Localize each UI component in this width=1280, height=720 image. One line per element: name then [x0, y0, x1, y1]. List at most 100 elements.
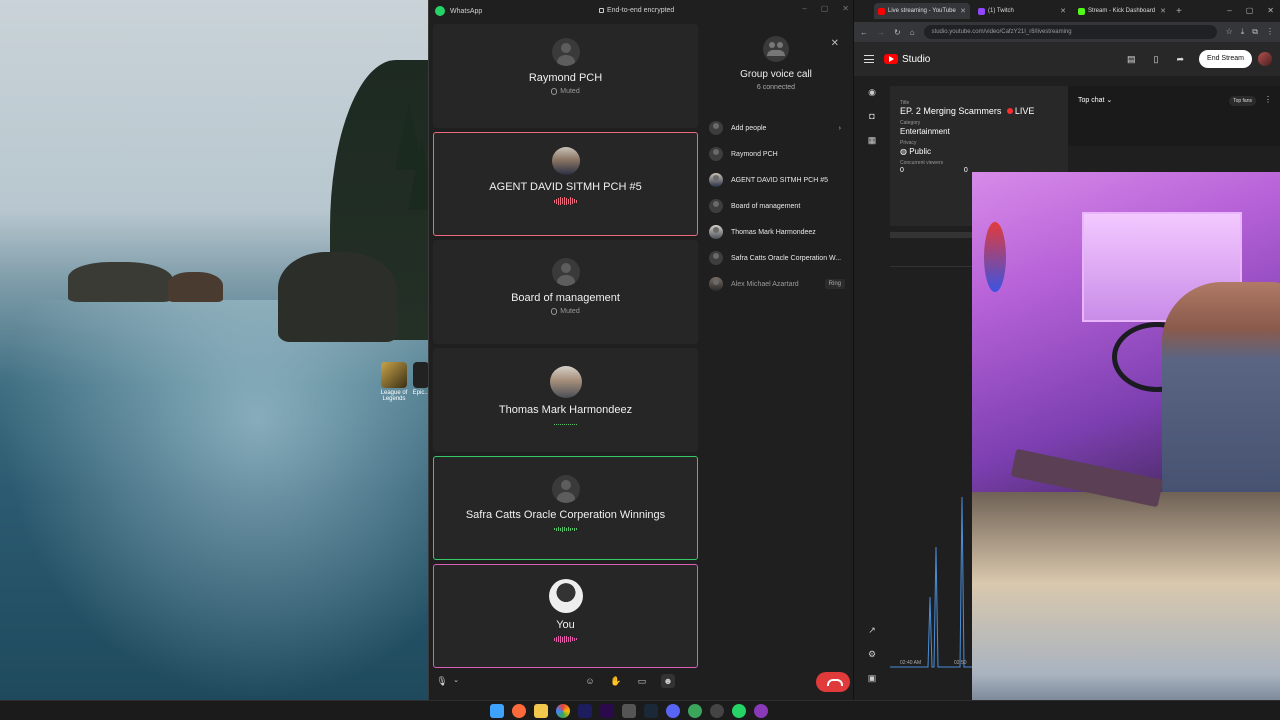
more-options-icon[interactable]: ⋮ — [1264, 95, 1272, 104]
external-link-icon[interactable]: ↗ — [866, 624, 878, 636]
toolbar-icons: ☆ ⤓ ⧉ ⋮ — [1226, 27, 1274, 37]
add-people-button[interactable]: Add people › — [701, 115, 851, 141]
whatsapp-titlebar: WhatsApp End-to-end encrypted – ▢ ✕ — [429, 0, 853, 22]
share-icon[interactable]: ➦ — [1176, 54, 1184, 65]
camera-icon[interactable]: ◘ — [866, 110, 878, 122]
broadcast-icon[interactable]: ◉ — [866, 86, 878, 98]
microphone-icon[interactable]: 🎙 — [435, 674, 449, 688]
firefox-icon[interactable] — [512, 704, 526, 718]
participant-tile[interactable]: Thomas Mark Harmondeez — [433, 348, 698, 452]
participants-icon[interactable]: ☻ — [661, 674, 675, 688]
maximize-icon[interactable]: ▢ — [821, 4, 829, 13]
back-icon[interactable]: ← — [860, 28, 868, 37]
close-tab-icon[interactable]: ✕ — [960, 7, 966, 15]
app-title: WhatsApp — [450, 7, 483, 15]
hamburger-menu-icon[interactable] — [864, 55, 874, 63]
list-item[interactable]: Board of management — [701, 193, 851, 219]
top-fans-button[interactable]: Top fans — [1229, 96, 1256, 106]
end-call-button[interactable] — [816, 672, 850, 692]
participant-tile[interactable]: AGENT DAVID SITMH PCH #5 — [433, 132, 698, 236]
avatar — [709, 147, 723, 161]
address-bar: ← → ↻ ⌂ studio.youtube.com/video/CafzY21… — [854, 22, 1280, 42]
list-item[interactable]: AGENT DAVID SITMH PCH #5 — [701, 167, 851, 193]
feedback-icon[interactable]: ▣ — [866, 672, 878, 684]
forward-icon[interactable]: → — [877, 28, 885, 37]
taskbar-icons — [490, 704, 768, 718]
close-tab-icon[interactable]: ✕ — [1160, 7, 1166, 15]
discord-icon[interactable] — [666, 704, 680, 718]
steam-icon[interactable] — [644, 704, 658, 718]
url-input[interactable]: studio.youtube.com/video/CafzY21I_r8/liv… — [923, 25, 1217, 39]
xbox-icon[interactable] — [688, 704, 702, 718]
settings-app-icon[interactable] — [710, 704, 724, 718]
chevron-down-icon[interactable]: ⌄ — [449, 674, 463, 688]
whatsapp-icon[interactable] — [732, 704, 746, 718]
new-tab-button[interactable]: + — [1176, 6, 1182, 17]
tab-twitch[interactable]: (1) Twitch ✕ — [974, 3, 1070, 19]
folder-icon[interactable] — [534, 704, 548, 718]
calendar-icon[interactable]: ▦ — [866, 134, 878, 146]
home-icon[interactable]: ⌂ — [910, 28, 915, 37]
webcam-overlay — [972, 172, 1280, 720]
studio-header: Studio ▤ ▯ ➦ End Stream — [854, 42, 1280, 76]
youtube-favicon-icon — [878, 7, 885, 15]
ring-button[interactable]: Ring — [824, 279, 845, 289]
download-icon[interactable]: ⤓ — [1241, 27, 1245, 37]
voice-activity-indicator — [434, 635, 697, 643]
close-window-icon[interactable]: ✕ — [1267, 6, 1274, 15]
avatar[interactable] — [1258, 52, 1272, 66]
participant-tile-you[interactable]: You — [433, 564, 698, 668]
close-panel-icon[interactable]: ✕ — [831, 38, 839, 49]
participant-list: Add people › Raymond PCH AGENT DAVID SIT… — [701, 115, 851, 297]
top-chat-dropdown[interactable]: Top chat ⌄ — [1078, 96, 1112, 104]
list-item[interactable]: Thomas Mark Harmondeez — [701, 219, 851, 245]
youtube-logo-icon[interactable] — [884, 54, 898, 64]
gear-icon[interactable]: ⚙ — [866, 648, 878, 660]
raise-hand-icon[interactable]: ✋ — [609, 674, 623, 688]
reload-icon[interactable]: ↻ — [894, 28, 901, 37]
desktop-icon-epic[interactable]: Epic... — [410, 362, 430, 396]
close-window-icon[interactable]: ✕ — [842, 4, 849, 13]
clapperboard-icon[interactable]: ▤ — [1127, 54, 1136, 65]
participant-tile[interactable]: Raymond PCH Muted — [433, 24, 698, 128]
mic-off-icon — [551, 88, 558, 95]
calculator-icon[interactable] — [622, 704, 636, 718]
participant-name: Safra Catts Oracle Corperation Winnings — [465, 509, 666, 521]
avatar — [549, 366, 582, 398]
mute-status: Muted — [433, 308, 698, 315]
participant-tile[interactable]: Board of management Muted — [433, 240, 698, 344]
encryption-text: End-to-end encrypted — [607, 7, 675, 14]
panel-title: Group voice call — [740, 69, 812, 80]
minimize-icon[interactable]: – — [802, 4, 806, 13]
divider — [890, 232, 972, 238]
chrome-icon[interactable] — [556, 704, 570, 718]
photoshop-icon[interactable] — [578, 704, 592, 718]
menu-icon[interactable]: ⋮ — [1266, 27, 1274, 37]
kick-favicon-icon — [1078, 7, 1085, 15]
live-chat-panel: Top chat ⌄ Top fans ⋮ — [1068, 86, 1280, 146]
list-item[interactable]: Raymond PCH — [701, 141, 851, 167]
emoji-icon[interactable]: ☺ — [583, 674, 597, 688]
participant-tile[interactable]: Safra Catts Oracle Corperation Winnings — [433, 456, 698, 560]
avatar — [551, 38, 580, 66]
extensions-icon[interactable]: ⧉ — [1252, 27, 1258, 37]
close-tab-icon[interactable]: ✕ — [1060, 7, 1066, 15]
whatsapp-logo-icon — [435, 6, 445, 16]
windows-start-icon[interactable] — [490, 704, 504, 718]
avatar — [551, 475, 580, 503]
call-info-panel: ✕ Group voice call 6 connected Add peopl… — [701, 24, 851, 664]
star-icon[interactable]: ☆ — [1226, 27, 1233, 37]
list-item[interactable]: Alex Michael Azartard Ring — [701, 271, 851, 297]
minimize-icon[interactable]: – — [1227, 6, 1231, 15]
screen-share-icon[interactable]: ▭ — [635, 674, 649, 688]
bookmark-icon[interactable]: ▯ — [1154, 54, 1159, 65]
maximize-icon[interactable]: ▢ — [1246, 6, 1254, 15]
premiere-icon[interactable] — [600, 704, 614, 718]
participant-name: Raymond PCH — [528, 72, 603, 84]
end-stream-button[interactable]: End Stream — [1199, 50, 1252, 68]
obs-icon[interactable] — [754, 704, 768, 718]
tab-youtube-studio[interactable]: Live streaming - YouTube ✕ — [874, 3, 970, 19]
list-item[interactable]: Safra Catts Oracle Corperation W... — [701, 245, 851, 271]
mute-status: Muted — [433, 88, 698, 95]
tab-kick[interactable]: Stream - Kick Dashboard ✕ — [1074, 3, 1170, 19]
